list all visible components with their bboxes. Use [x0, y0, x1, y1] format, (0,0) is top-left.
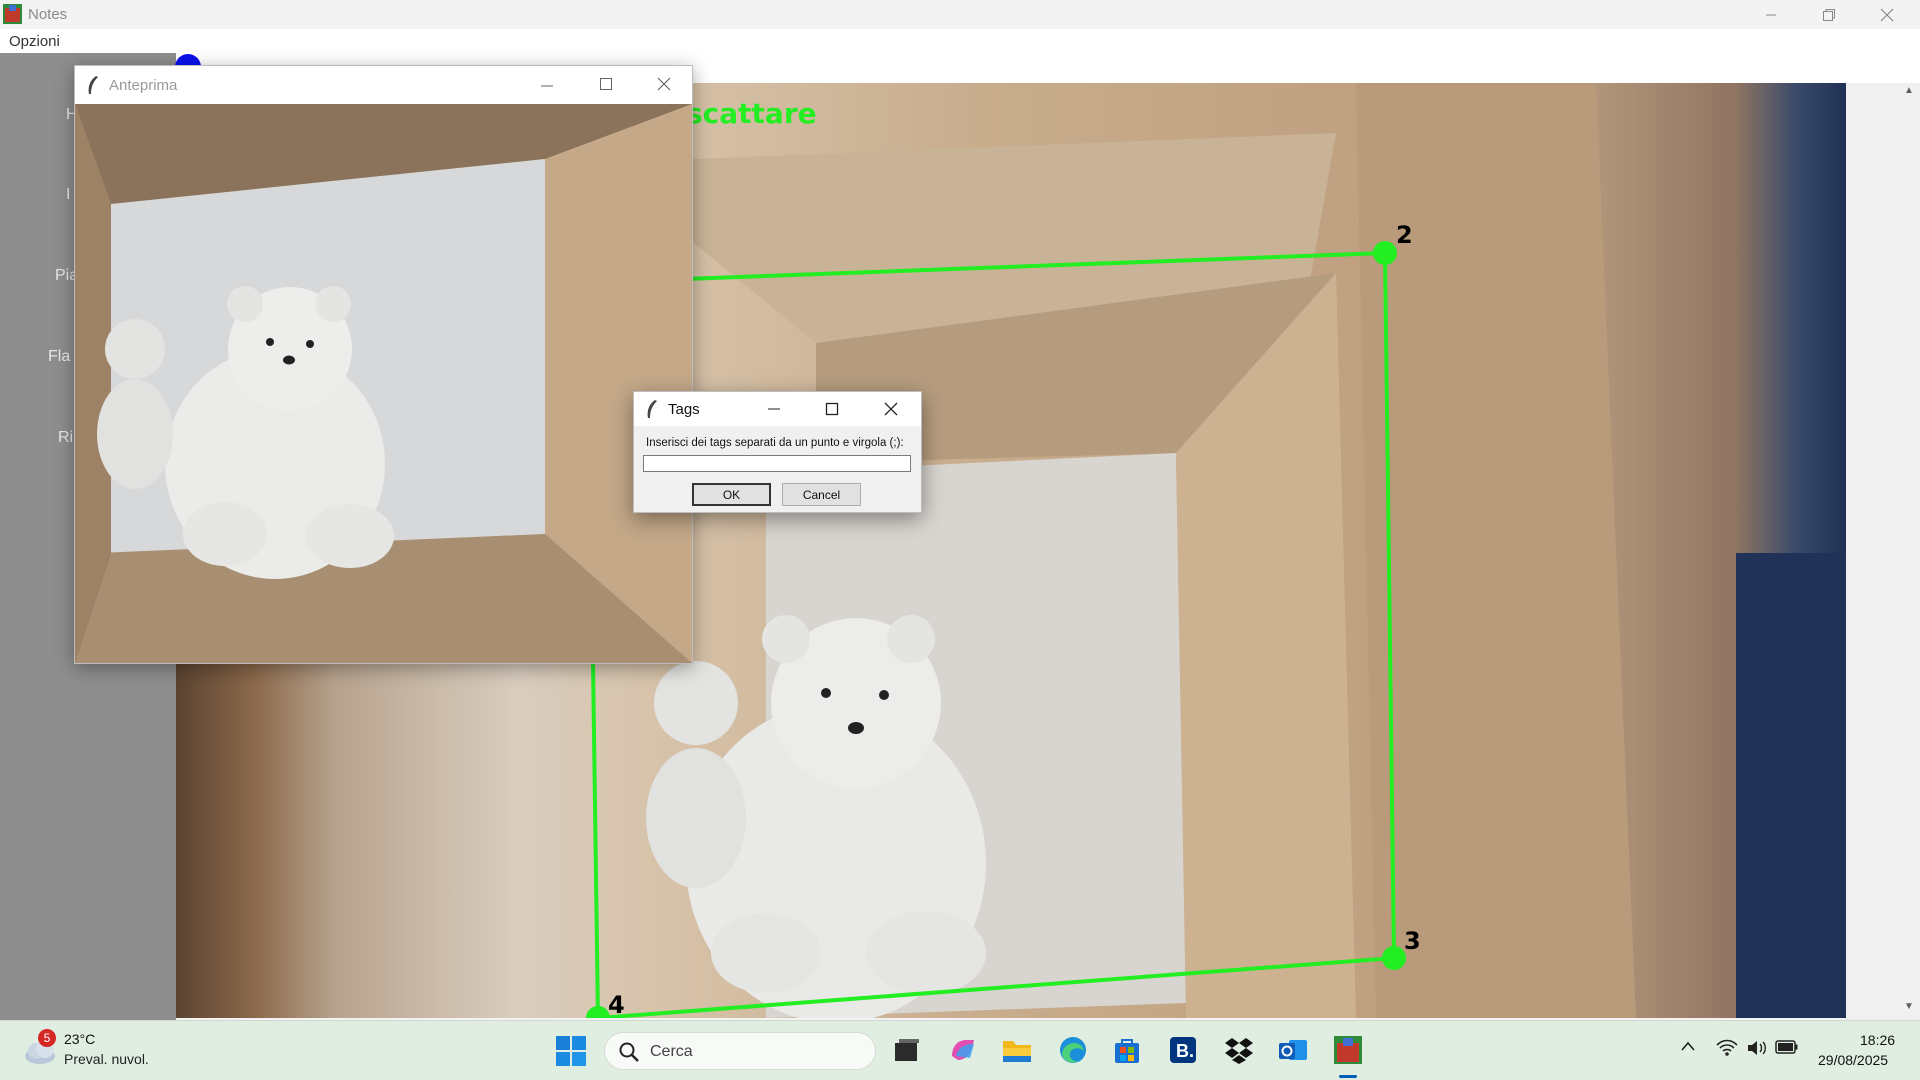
wifi-icon[interactable] — [1716, 1039, 1738, 1057]
clock-time[interactable]: 18:26 — [1860, 1032, 1895, 1048]
task-view-icon[interactable] — [890, 1033, 924, 1067]
person-shoulder — [1736, 553, 1846, 1018]
preview-window[interactable]: Anteprima — [74, 65, 693, 664]
preview-titlebar[interactable]: Anteprima — [75, 66, 692, 104]
active-app-indicator — [1339, 1075, 1357, 1078]
cancel-button[interactable]: Cancel — [782, 483, 861, 506]
preview-title: Anteprima — [109, 77, 178, 94]
teddy-bear — [646, 615, 986, 1018]
menu-opzioni[interactable]: Opzioni — [9, 33, 60, 50]
notes-app-icon[interactable] — [1331, 1033, 1365, 1067]
corner-point-3[interactable] — [1382, 946, 1406, 970]
search-placeholder: Cerca — [650, 1043, 693, 1060]
maximize-icon[interactable] — [825, 402, 839, 416]
restore-icon — [1823, 8, 1835, 21]
search-icon — [619, 1042, 639, 1062]
edge-icon[interactable] — [1056, 1033, 1090, 1067]
outlook-icon[interactable] — [1276, 1033, 1310, 1067]
close-icon[interactable] — [657, 77, 671, 91]
tags-prompt: Inserisci dei tags separati da un punto … — [646, 437, 904, 449]
close-icon[interactable] — [884, 402, 898, 416]
chevron-up-icon[interactable] — [1680, 1039, 1696, 1053]
svg-text:B.: B. — [1176, 1041, 1194, 1061]
windows-start-icon[interactable] — [554, 1034, 588, 1068]
close-button[interactable] — [1858, 0, 1916, 29]
restore-button[interactable] — [1800, 0, 1858, 29]
corner-point-4[interactable] — [586, 1006, 610, 1018]
store-icon[interactable] — [1110, 1033, 1144, 1067]
feather-icon — [647, 400, 657, 418]
taskbar-search[interactable]: Cerca — [604, 1032, 876, 1070]
booking-icon[interactable]: B. — [1166, 1033, 1200, 1067]
tags-title: Tags — [668, 401, 700, 418]
menubar: Opzioni — [0, 29, 1920, 53]
copilot-icon[interactable] — [946, 1033, 980, 1067]
main-window-title: Notes — [28, 6, 68, 23]
close-icon — [1880, 8, 1894, 21]
left-panel-label[interactable]: Fla — [48, 348, 70, 366]
left-panel-label[interactable]: I — [66, 186, 70, 204]
file-explorer-icon[interactable] — [1000, 1033, 1034, 1067]
corner-point-2[interactable] — [1373, 241, 1397, 265]
scroll-up-icon[interactable]: ▲ — [1904, 85, 1914, 96]
ok-button[interactable]: OK — [692, 483, 771, 506]
weather-alert-badge: 5 — [38, 1029, 56, 1047]
corner-label-4: 4 — [608, 991, 625, 1018]
main-titlebar: Notes — [0, 0, 1920, 29]
minimize-icon — [1766, 14, 1776, 15]
scroll-down-icon[interactable]: ▼ — [1904, 1001, 1914, 1012]
battery-icon[interactable] — [1775, 1039, 1799, 1055]
tags-input[interactable] — [643, 455, 911, 472]
weather-description[interactable]: Preval. nuvol. — [64, 1051, 149, 1067]
taskbar: 5 23°C Preval. nuvol. Cerca B. 18:26 29/… — [0, 1020, 1920, 1080]
corner-label-3: 3 — [1404, 927, 1421, 955]
minimize-icon[interactable] — [767, 402, 781, 416]
feather-icon — [88, 76, 98, 94]
tags-dialog[interactable]: Tags Inserisci dei tags separati da un p… — [633, 391, 922, 513]
corner-label-2: 2 — [1396, 221, 1413, 249]
left-panel-label[interactable]: Ri — [58, 429, 73, 447]
notes-app-icon — [3, 4, 22, 24]
dropbox-icon[interactable] — [1222, 1033, 1256, 1067]
vertical-scrollbar[interactable]: ▲ ▼ — [1846, 83, 1920, 1020]
weather-temperature[interactable]: 23°C — [64, 1031, 95, 1047]
detection-left-edge — [591, 662, 600, 1018]
volume-icon[interactable] — [1746, 1039, 1768, 1057]
camera-overlay-text: scattare — [686, 97, 817, 130]
tags-titlebar[interactable]: Tags — [634, 392, 921, 426]
clock-date[interactable]: 29/08/2025 — [1818, 1052, 1888, 1068]
minimize-icon[interactable] — [540, 79, 554, 93]
preview-image — [75, 104, 692, 663]
maximize-icon[interactable] — [599, 77, 613, 91]
minimize-button[interactable] — [1742, 0, 1800, 29]
